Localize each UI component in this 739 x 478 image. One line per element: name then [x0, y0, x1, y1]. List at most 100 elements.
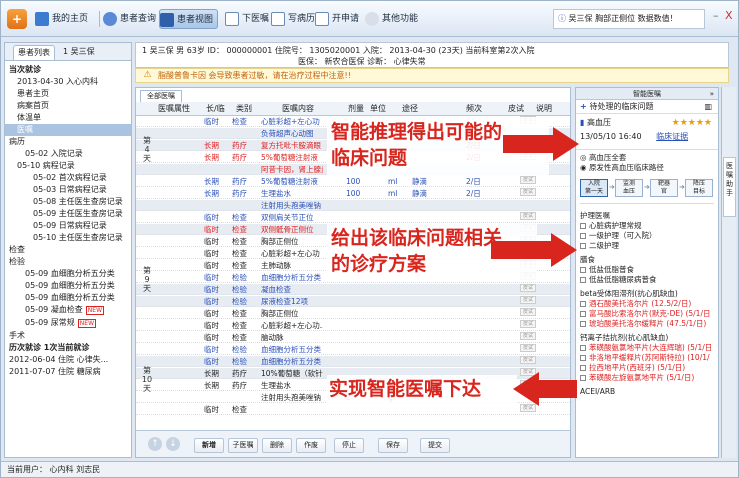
- tree-item[interactable]: 05-09 血细胞分析五分类: [5, 280, 131, 292]
- table-row[interactable]: 临时 检验 血细胞分析五分类 皮试: [136, 356, 570, 367]
- checkbox[interactable]: [580, 355, 586, 361]
- tree-item[interactable]: 05-09 血细胞分析五分类: [5, 268, 131, 280]
- skin-test-button[interactable]: 皮试: [520, 176, 536, 184]
- alert-message[interactable]: ⓘ 吴三保 胸部正侧位 数据数值！: [553, 9, 705, 29]
- order-action-button[interactable]: 作废: [296, 438, 326, 453]
- clinical-evidence-link[interactable]: 临床证据: [656, 132, 688, 141]
- tree-item[interactable]: 05-09 日常病程记录: [5, 220, 131, 232]
- path-step[interactable]: 监测 血压: [615, 179, 643, 197]
- minimize-button[interactable]: –: [713, 9, 719, 22]
- order-checkbox-item[interactable]: 一级护理（可入院）: [580, 231, 718, 241]
- tree-item[interactable]: 检验: [5, 256, 131, 268]
- skin-test-button[interactable]: 皮试: [520, 320, 536, 328]
- tree-item[interactable]: 2012-06-04 住院 心律失...: [5, 354, 131, 366]
- table-row[interactable]: 临时 检查 胸部正侧位 皮试: [136, 308, 570, 319]
- tree-item[interactable]: 05-09 凝血检查 NEW: [5, 304, 131, 317]
- tree-item[interactable]: 2011-07-07 住院 糖尿病: [5, 366, 131, 378]
- skin-test-button[interactable]: 皮试: [520, 332, 536, 340]
- table-row[interactable]: 长期 药疗 5%葡萄糖注射液 100 ml 静滴 2/日 皮试: [136, 176, 570, 187]
- tree-item[interactable]: 病案首页: [5, 100, 131, 112]
- checkbox[interactable]: [580, 311, 586, 317]
- table-row[interactable]: 长期 药疗 生理盐水 100 ml 静滴 2/日 皮试: [136, 188, 570, 199]
- skin-test-button[interactable]: 皮试: [520, 296, 536, 304]
- place-order-button[interactable]: 下医嘱: [225, 9, 273, 29]
- skin-test-button[interactable]: 皮试: [520, 212, 536, 220]
- tree-item[interactable]: 05-08 主任医生查房记录: [5, 196, 131, 208]
- write-record-button[interactable]: 写病历: [271, 9, 319, 29]
- checkbox[interactable]: [580, 321, 586, 327]
- tree-item[interactable]: 检查: [5, 244, 131, 256]
- skin-test-button[interactable]: 皮试: [520, 308, 536, 316]
- checkbox[interactable]: [580, 243, 586, 249]
- tab-order-assistant[interactable]: 医嘱助手: [723, 157, 736, 217]
- skin-test-button[interactable]: 皮试: [520, 356, 536, 364]
- order-checkbox-item[interactable]: 富马酸比索洛尔片(默克-DE) (5/1/日: [580, 309, 718, 319]
- tree-item[interactable]: 05-03 日常病程记录: [5, 184, 131, 196]
- order-checkbox-item[interactable]: 低盐低脂糖尿病普食: [580, 275, 718, 285]
- tree-item[interactable]: 05-10 主任医生查房记录: [5, 232, 131, 244]
- checkbox[interactable]: [580, 345, 586, 351]
- checkbox[interactable]: [580, 375, 586, 381]
- path-step[interactable]: 入院 第一天: [580, 179, 608, 197]
- checkbox[interactable]: [580, 223, 586, 229]
- tree-item[interactable]: 医嘱: [5, 124, 131, 136]
- checkbox[interactable]: [580, 233, 586, 239]
- tree-item[interactable]: 05-09 尿常规 NEW: [5, 317, 131, 330]
- tree-item[interactable]: 05-09 主任医生查房记录: [5, 208, 131, 220]
- order-action-button[interactable]: 提交: [420, 438, 450, 453]
- skin-test-button[interactable]: 皮试: [520, 284, 536, 292]
- patient-view-tab[interactable]: 患者视图: [159, 9, 219, 29]
- order-action-button[interactable]: 子医嘱: [228, 438, 258, 453]
- table-row[interactable]: 临时 检查 心脏彩超+左心功... 皮试: [136, 320, 570, 331]
- tree-item[interactable]: 05-02 入院记录: [5, 148, 131, 160]
- table-row[interactable]: 临时 检验 尿液检查12项 皮试: [136, 296, 570, 307]
- order-checkbox-item[interactable]: 琥珀酸美托洛尔缓释片 (47.5/1/日): [580, 319, 718, 329]
- path-step[interactable]: 降压 目标: [685, 179, 713, 197]
- collapse-icon[interactable]: »: [710, 88, 714, 100]
- table-row[interactable]: 临时 检验 血细胞分析五分类 皮试: [136, 344, 570, 355]
- checkbox[interactable]: [580, 277, 586, 283]
- order-checkbox-item[interactable]: 心脏病护理常规: [580, 221, 718, 231]
- tree-item[interactable]: 手术: [5, 330, 131, 342]
- tree-item[interactable]: 体温单: [5, 112, 131, 124]
- order-action-button[interactable]: 保存: [378, 438, 408, 453]
- option-full-set[interactable]: ◎ 高血压全套: [580, 153, 718, 163]
- down-arrow-icon[interactable]: ↓: [166, 437, 180, 451]
- order-action-button[interactable]: 新增: [194, 438, 224, 453]
- order-action-button[interactable]: 删除: [262, 438, 292, 453]
- order-checkbox-item[interactable]: 苯磺酸左旋氨氯地平片 (5/1/日): [580, 373, 718, 383]
- order-checkbox-item[interactable]: 非洛地平缓释片(苏阿斯特拉) (10/1/: [580, 353, 718, 363]
- skin-test-button[interactable]: 皮试: [520, 344, 536, 352]
- table-row[interactable]: 临时 检查 皮试: [136, 404, 570, 415]
- checkbox[interactable]: [580, 267, 586, 273]
- home-button[interactable]: 我的主页: [35, 9, 92, 29]
- trash-icon[interactable]: ▥: [704, 100, 712, 114]
- table-row[interactable]: 临时 检验 凝血检查 皮试: [136, 284, 570, 295]
- order-action-button[interactable]: 停止: [334, 438, 364, 453]
- order-checkbox-item[interactable]: 拉西地平片(西班牙) (5/1/日): [580, 363, 718, 373]
- checkbox[interactable]: [580, 301, 586, 307]
- order-checkbox-item[interactable]: 低盐低脂普食: [580, 265, 718, 275]
- other-functions-button[interactable]: 其他功能: [365, 9, 422, 29]
- tab-all-orders[interactable]: 全部医嘱: [140, 90, 182, 102]
- tree-item[interactable]: 当次就诊: [5, 64, 131, 76]
- skin-test-button[interactable]: 皮试: [520, 188, 536, 196]
- patient-query-button[interactable]: 患者查询: [103, 9, 160, 29]
- tree-item[interactable]: 2013-04-30 入心内科: [5, 76, 131, 88]
- up-arrow-icon[interactable]: ↑: [148, 437, 162, 451]
- order-checkbox-item[interactable]: 二级护理: [580, 241, 718, 251]
- order-checkbox-item[interactable]: 苯磺酸氨氯地平片(大连辉瑞) (5/1/日: [580, 343, 718, 353]
- table-row[interactable]: 临时 检查 双侧肩关节正位 皮试: [136, 212, 570, 223]
- order-checkbox-item[interactable]: 酒石酸美托洛尔片 (12.5/2/日): [580, 299, 718, 309]
- tree-item[interactable]: 05-09 血细胞分析五分类: [5, 292, 131, 304]
- tree-item[interactable]: 05-10 病程记录: [5, 160, 131, 172]
- problem-card[interactable]: ▮ 高血压 13/05/10 16:40 临床证据 ★★★★★: [576, 114, 718, 150]
- close-button[interactable]: X: [725, 9, 733, 22]
- pending-problems[interactable]: + 待处理的临床问题 ▥: [576, 100, 718, 114]
- table-row[interactable]: 临时 检查 脑动脉 皮试: [136, 332, 570, 343]
- tree-item[interactable]: 历次就诊 1次当前就诊: [5, 342, 131, 354]
- tree-item[interactable]: 05-02 首次病程记录: [5, 172, 131, 184]
- tab-current-patient[interactable]: 1 吴三保: [59, 45, 99, 60]
- checkbox[interactable]: [580, 365, 586, 371]
- path-step[interactable]: 靶器 官: [650, 179, 678, 197]
